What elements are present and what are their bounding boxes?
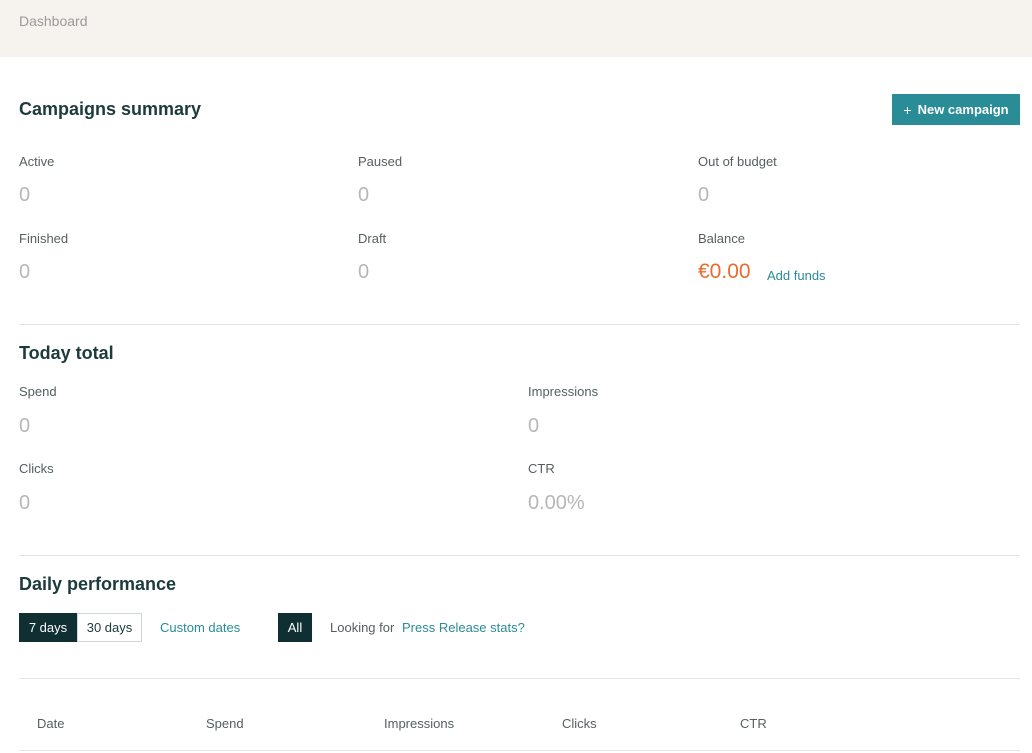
plus-icon: + — [903, 101, 912, 118]
divider — [19, 750, 1020, 751]
divider — [19, 555, 1020, 556]
stat-label-ctr: CTR — [528, 461, 555, 476]
table-header-ctr[interactable]: CTR — [740, 716, 767, 731]
stat-label-spend: Spend — [19, 384, 57, 399]
new-campaign-button[interactable]: + New campaign — [892, 94, 1020, 125]
divider — [19, 324, 1020, 325]
custom-dates-link[interactable]: Custom dates — [160, 620, 240, 635]
new-campaign-label: New campaign — [917, 102, 1009, 117]
stat-value-paused: 0 — [358, 184, 370, 206]
stat-label-clicks: Clicks — [19, 461, 54, 476]
stat-value-ctr: 0.00% — [528, 492, 585, 514]
stat-value-finished: 0 — [19, 261, 31, 283]
stat-label-impressions: Impressions — [528, 384, 599, 399]
stat-value-spend: 0 — [19, 415, 31, 437]
breadcrumb-dashboard[interactable]: Dashboard — [19, 13, 88, 29]
press-release-stats-link[interactable]: Press Release stats? — [402, 620, 525, 635]
table-header-date[interactable]: Date — [37, 716, 64, 731]
stat-label-out-of-budget: Out of budget — [698, 154, 777, 169]
divider — [19, 678, 1020, 679]
stat-label-draft: Draft — [358, 231, 387, 246]
table-header-spend[interactable]: Spend — [206, 716, 244, 731]
stat-value-out-of-budget: 0 — [698, 184, 710, 206]
stat-value-impressions: 0 — [528, 415, 540, 437]
filter-all-button[interactable]: All — [278, 613, 312, 642]
stat-label-active: Active — [19, 154, 55, 169]
stat-value-clicks: 0 — [19, 492, 31, 514]
table-header-impressions[interactable]: Impressions — [384, 716, 454, 731]
add-funds-link[interactable]: Add funds — [767, 268, 826, 283]
stat-value-draft: 0 — [358, 261, 370, 283]
daily-performance-title: Daily performance — [19, 574, 177, 594]
table-header-clicks[interactable]: Clicks — [562, 716, 597, 731]
balance-value: €0.00 — [698, 260, 751, 283]
stat-label-finished: Finished — [19, 231, 69, 246]
balance-label: Balance — [698, 231, 745, 246]
range-30-days-button[interactable]: 30 days — [77, 613, 142, 642]
range-7-days-button[interactable]: 7 days — [19, 613, 77, 642]
stat-label-paused: Paused — [358, 154, 403, 169]
today-total-title: Today total — [19, 343, 114, 363]
press-release-prompt: Looking for — [330, 620, 395, 635]
top-bar: Dashboard — [0, 0, 1032, 57]
campaigns-summary-title: Campaigns summary — [19, 99, 202, 119]
stat-value-active: 0 — [19, 184, 31, 206]
